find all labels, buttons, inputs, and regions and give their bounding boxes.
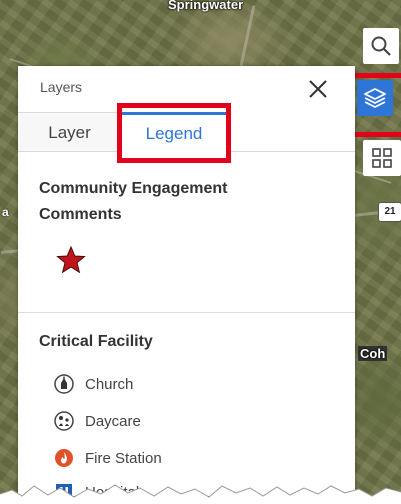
church-icon bbox=[54, 374, 74, 394]
route-shield: 21 bbox=[378, 202, 401, 222]
legend-item-label: Daycare bbox=[85, 412, 141, 430]
legend-item-daycare: Daycare bbox=[54, 411, 141, 431]
tab-layer[interactable]: Layer bbox=[18, 112, 122, 152]
tab-divider bbox=[226, 151, 355, 152]
section-divider bbox=[18, 312, 355, 313]
legend-section-title: Critical Facility bbox=[39, 333, 153, 350]
legend-item-church: Church bbox=[54, 374, 133, 394]
basemap-gallery-icon bbox=[372, 148, 392, 168]
search-icon bbox=[371, 36, 391, 56]
highlight-box-legend-tab bbox=[117, 103, 231, 163]
highlight-box-layers-button bbox=[348, 73, 401, 137]
torn-edge bbox=[0, 484, 401, 504]
star-icon bbox=[56, 245, 86, 274]
panel-title: Layers bbox=[40, 79, 83, 95]
search-button[interactable] bbox=[363, 28, 399, 64]
legend-item-label: Church bbox=[85, 375, 134, 393]
close-icon bbox=[309, 80, 327, 98]
legend-section-title: Community Engagement Comments bbox=[39, 180, 228, 223]
map-place-label: Coh bbox=[358, 346, 388, 361]
daycare-icon bbox=[54, 411, 74, 431]
basemap-gallery-button[interactable] bbox=[363, 140, 401, 176]
map-place-label: Springwater bbox=[168, 0, 244, 12]
map-edge-label: a bbox=[2, 205, 9, 219]
close-button[interactable] bbox=[303, 74, 333, 104]
